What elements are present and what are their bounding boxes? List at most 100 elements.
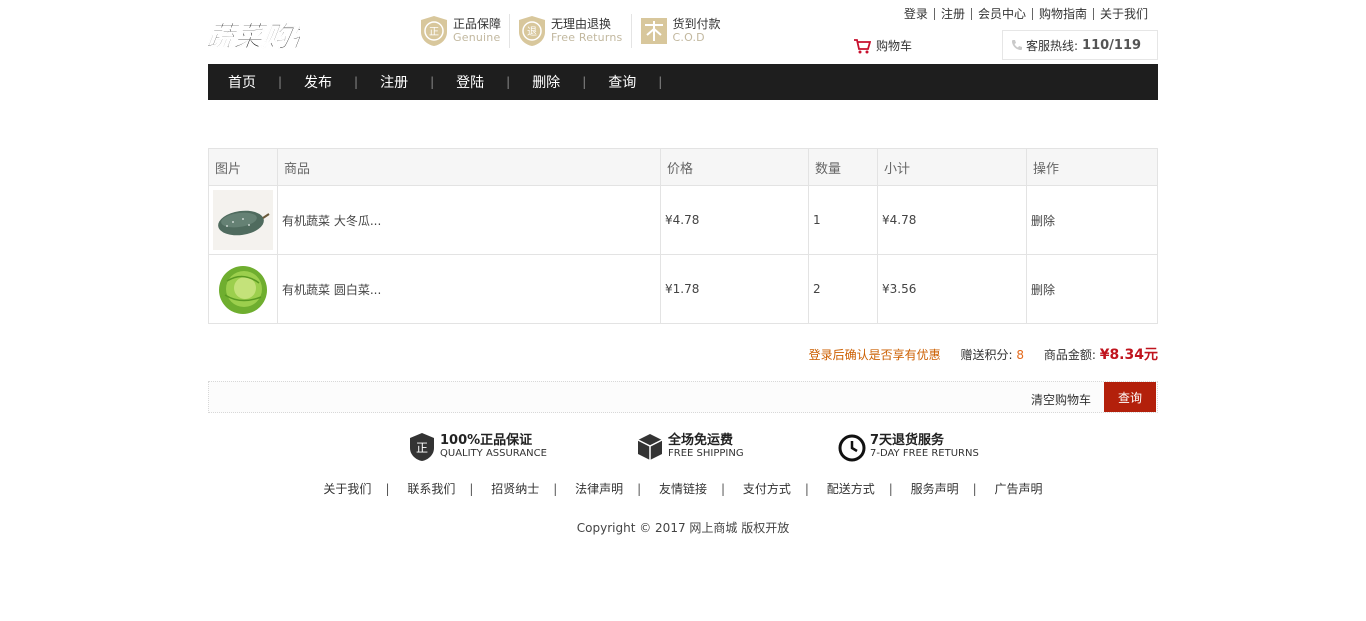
footer-link-about[interactable]: 关于我们 [323, 482, 371, 496]
service-subtitle: 7-DAY FREE RETURNS [870, 448, 979, 459]
footer-separator: | [553, 482, 558, 496]
nav-delete[interactable]: 删除 [532, 72, 560, 92]
cart-link[interactable]: 购物车 [853, 37, 912, 54]
winter-melon-image[interactable] [213, 190, 273, 250]
hotline-number: 110/119 [1082, 37, 1142, 53]
total-amount: ¥8.34元 [1099, 347, 1158, 363]
badge-genuine: 正 正品保障 Genuine [420, 14, 511, 48]
service-returns: 7天退货服务 7-DAY FREE RETURNS [838, 432, 979, 462]
copyright: Copyright © 2017 网上商城 版权开放 [576, 521, 790, 535]
nav-separator: | [354, 75, 359, 89]
badge-title: 货到付款 [672, 17, 721, 31]
footer-separator: | [385, 482, 390, 496]
service-subtitle: QUALITY ASSURANCE [440, 448, 547, 459]
footer-separator: | [804, 482, 809, 496]
amount-label: 商品金额: [1043, 348, 1096, 362]
badge-subtitle: C.O.D [672, 31, 705, 44]
hotline-label: 客服热线: [1026, 38, 1079, 53]
footer-links: 关于我们 | 联系我们 | 招贤纳士 | 法律声明 | 友情链接 | 支付方式 | 配送方式… [208, 480, 1158, 497]
service-badges: 正 正品保障 Genuine 退 无理由退换 Free Returns 货到付款… [420, 14, 737, 48]
logo[interactable]: 蔬菜购物 [204, 12, 326, 56]
service-quality: 正 100%正品保证 QUALITY ASSURANCE [408, 432, 547, 462]
table-row: 有机蔬菜 圆白菜... ¥1.78 2 ¥3.56 删除 [208, 254, 1158, 324]
top-links: 登录 注册 会员中心 购物指南 关于我们 [898, 8, 1154, 20]
delete-action[interactable]: 删除 [1026, 185, 1158, 255]
logo-image: 蔬菜购物 [204, 20, 326, 53]
footer-separator: | [888, 482, 893, 496]
service-subtitle: FREE SHIPPING [668, 448, 744, 459]
footer-link-friends[interactable]: 友情链接 [659, 482, 707, 496]
nav-register[interactable]: 注册 [380, 72, 408, 92]
cod-icon [640, 18, 667, 44]
product-image-cell [208, 185, 278, 255]
nav-publish[interactable]: 发布 [304, 72, 332, 92]
member-center-link[interactable]: 会员中心 [970, 8, 1032, 20]
nav-separator: | [278, 75, 283, 89]
delete-action[interactable]: 删除 [1026, 254, 1158, 324]
product-subtotal: ¥4.78 [877, 185, 1027, 255]
badge-subtitle: Free Returns [551, 31, 623, 44]
product-subtotal: ¥3.56 [877, 254, 1027, 324]
footer-link-careers[interactable]: 招贤纳士 [491, 482, 539, 496]
shopping-guide-link[interactable]: 购物指南 [1031, 8, 1093, 20]
register-link[interactable]: 注册 [933, 8, 971, 20]
cart-label: 购物车 [876, 39, 913, 53]
quality-shield-icon: 正 [410, 433, 434, 461]
service-strip: 正 100%正品保证 QUALITY ASSURANCE 全场免运费 FREE … [208, 432, 1158, 468]
phone-icon [1012, 40, 1022, 50]
header: 蔬菜购物 正 正品保障 Genuine 退 无理由退换 Free Returns [204, 0, 1158, 64]
product-price: ¥4.78 [660, 185, 809, 255]
nav-query[interactable]: 查询 [608, 72, 636, 92]
col-image: 图片 [208, 148, 278, 186]
shopping-cart-icon [854, 38, 871, 53]
product-name[interactable]: 有机蔬菜 圆白菜... [277, 254, 661, 324]
nav-separator: | [582, 75, 587, 89]
table-header-row: 图片 商品 价格 数量 小计 操作 [208, 148, 1158, 186]
footer-link-ads[interactable]: 广告声明 [995, 482, 1043, 496]
col-price: 价格 [660, 148, 809, 186]
product-price: ¥1.78 [660, 254, 809, 324]
query-button[interactable]: 查询 [1104, 382, 1156, 412]
nav-home[interactable]: 首页 [228, 72, 256, 92]
service-title: 全场免运费 [668, 433, 734, 448]
product-name[interactable]: 有机蔬菜 大冬瓜... [277, 185, 661, 255]
service-title: 7天退货服务 [870, 433, 945, 448]
footer-separator: | [637, 482, 642, 496]
product-quantity: 1 [808, 185, 878, 255]
footer-link-delivery[interactable]: 配送方式 [827, 482, 875, 496]
return-shield-icon: 退 [519, 16, 546, 46]
product-quantity: 2 [808, 254, 878, 324]
main-nav: 首页 | 发布 | 注册 | 登陆 | 删除 | 查询 | [208, 64, 1158, 100]
nav-separator: | [430, 75, 435, 89]
product-image-cell [208, 254, 278, 324]
badge-title: 正品保障 [453, 17, 502, 31]
footer-separator: | [721, 482, 726, 496]
login-discount-tip[interactable]: 登录后确认是否享有优惠 [809, 348, 941, 362]
nav-login[interactable]: 登陆 [456, 72, 484, 92]
footer-separator: | [972, 482, 977, 496]
badge-returns: 退 无理由退换 Free Returns [518, 14, 632, 48]
login-link[interactable]: 登录 [898, 8, 934, 20]
service-shipping: 全场免运费 FREE SHIPPING [636, 432, 744, 462]
svg-text:正: 正 [416, 441, 428, 455]
footer-link-service[interactable]: 服务声明 [911, 482, 959, 496]
nav-separator: | [658, 75, 663, 89]
clear-cart-link[interactable]: 清空购物车 [1031, 391, 1091, 408]
footer-link-payment[interactable]: 支付方式 [743, 482, 791, 496]
cabbage-image[interactable] [213, 259, 273, 319]
col-action: 操作 [1026, 148, 1158, 186]
footer-link-contact[interactable]: 联系我们 [407, 482, 455, 496]
badge-title: 无理由退换 [551, 17, 612, 31]
table-row: 有机蔬菜 大冬瓜... ¥4.78 1 ¥4.78 删除 [208, 185, 1158, 255]
svg-text:退: 退 [527, 26, 537, 38]
service-title: 100%正品保证 [440, 433, 533, 448]
col-product: 商品 [277, 148, 661, 186]
cart-actions-bar: 清空购物车 查询 [208, 381, 1158, 413]
col-subtotal: 小计 [877, 148, 1027, 186]
hotline-box: 客服热线: 110/119 [1002, 30, 1158, 60]
about-us-link[interactable]: 关于我们 [1092, 8, 1154, 20]
points-label: 赠送积分: [960, 348, 1013, 362]
footer-link-legal[interactable]: 法律声明 [575, 482, 623, 496]
badge-cod: 货到付款 C.O.D [640, 14, 729, 48]
clock-icon [838, 434, 866, 462]
